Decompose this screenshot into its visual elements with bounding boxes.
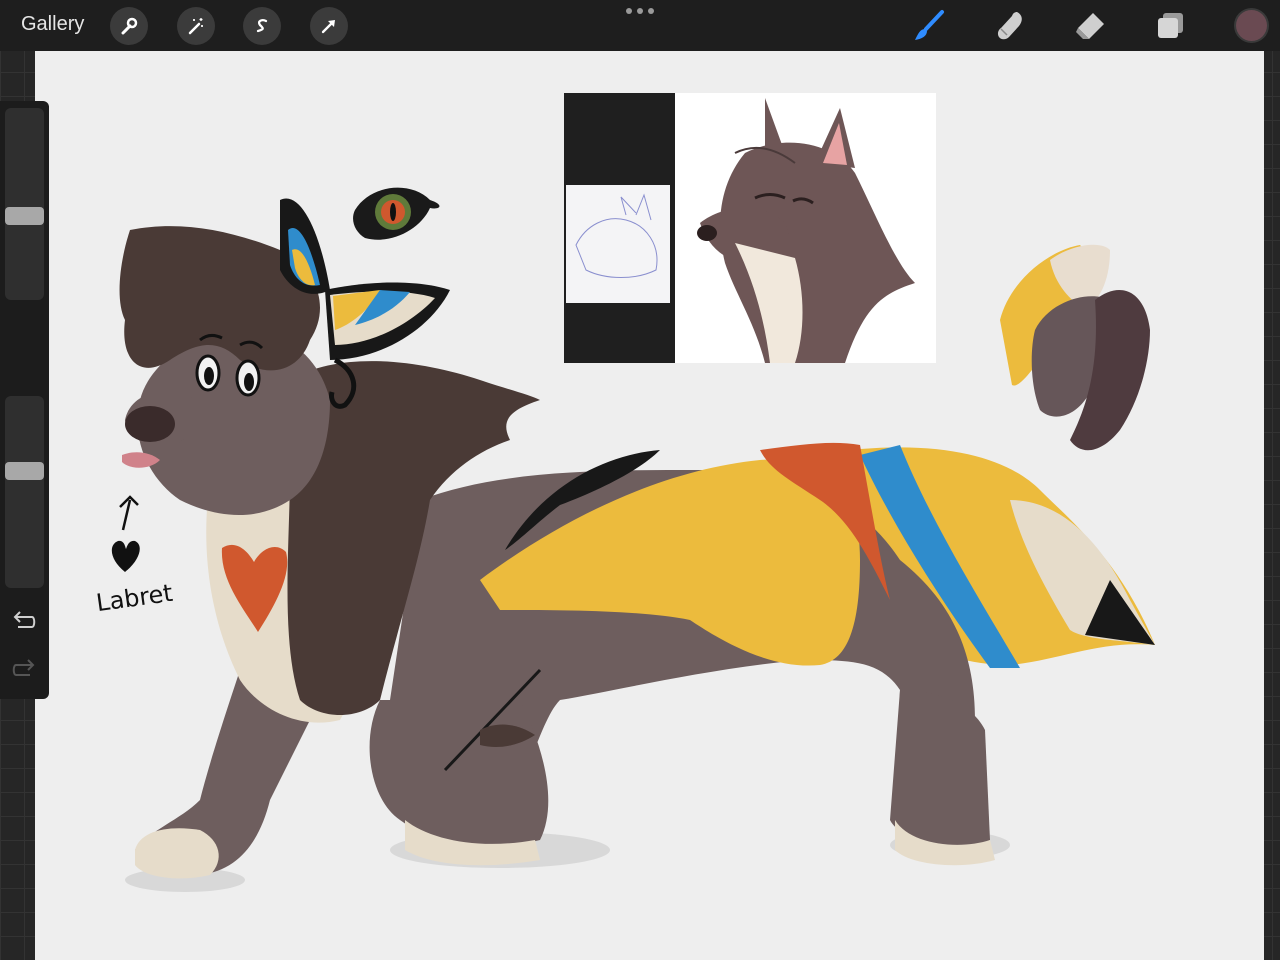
adjustments-button[interactable] <box>177 7 215 45</box>
brush-size-thumb[interactable] <box>5 207 44 225</box>
arrow-cursor-icon <box>321 20 335 34</box>
paintbrush-icon <box>915 10 944 40</box>
labret-annotation <box>111 495 140 572</box>
layers-button[interactable] <box>1154 9 1188 43</box>
eraser-tool-button[interactable] <box>1073 9 1107 43</box>
more-options-button[interactable] <box>626 8 654 16</box>
opacity-thumb[interactable] <box>5 462 44 480</box>
smudge-finger-icon <box>997 12 1022 40</box>
drawing-canvas[interactable]: Labret <box>35 51 1264 960</box>
selection-s-icon <box>256 19 268 33</box>
procreate-app: Gallery Labret <box>0 0 1280 960</box>
opacity-slider[interactable] <box>5 396 44 588</box>
reference-sketch <box>566 185 670 303</box>
undo-icon[interactable] <box>10 609 38 633</box>
transform-button[interactable] <box>310 7 348 45</box>
reference-wolf-portrait <box>697 98 915 363</box>
gallery-button[interactable]: Gallery <box>21 13 84 36</box>
selection-button[interactable] <box>243 7 281 45</box>
reference-screenshot-panel <box>564 93 675 363</box>
side-toolbar <box>0 101 49 699</box>
smudge-tool-button[interactable] <box>993 9 1027 43</box>
brush-tool-button[interactable] <box>912 9 946 43</box>
color-picker-button[interactable] <box>1236 10 1267 41</box>
layers-icon <box>1158 13 1183 38</box>
eye-doodle <box>353 187 440 240</box>
brush-size-slider[interactable] <box>5 108 44 300</box>
reference-image[interactable] <box>564 93 936 363</box>
wrench-icon <box>121 17 138 35</box>
ellipsis-icon <box>626 8 632 14</box>
eraser-icon <box>1076 13 1104 39</box>
top-toolbar: Gallery <box>0 0 1280 51</box>
redo-icon[interactable] <box>10 657 38 681</box>
color-palette-swatches <box>1000 244 1150 451</box>
actions-button[interactable] <box>110 7 148 45</box>
magic-wand-icon <box>188 18 203 35</box>
